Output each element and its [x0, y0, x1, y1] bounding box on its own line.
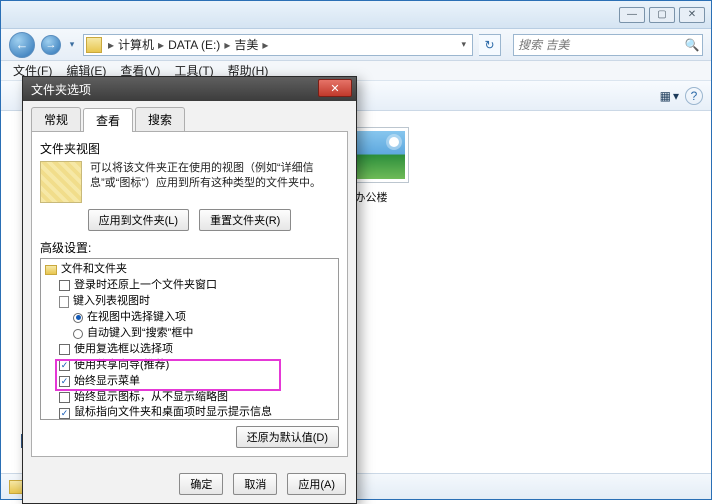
advanced-settings-tree[interactable]: 文件和文件夹 登录时还原上一个文件夹窗口 键入列表视图时 在视图中选择键入项 自… — [40, 258, 339, 420]
breadcrumb-drive[interactable]: DATA (E:) — [166, 38, 222, 52]
tree-item[interactable]: ✓鼠标指向文件夹和桌面项时显示提示信息 — [43, 405, 336, 420]
tab-view[interactable]: 查看 — [83, 108, 133, 132]
checkbox-icon[interactable]: ✓ — [59, 360, 70, 371]
dialog-tabs: 常规 查看 搜索 — [31, 107, 348, 132]
window-titlebar: — ▢ ✕ — [1, 1, 711, 29]
address-bar[interactable]: ▸ 计算机 ▸ DATA (E:) ▸ 吉美 ▸ ▾ — [83, 34, 473, 56]
dialog-titlebar[interactable]: 文件夹选项 ✕ — [23, 77, 356, 101]
breadcrumb-computer[interactable]: 计算机 — [116, 36, 156, 53]
dialog-title: 文件夹选项 — [31, 81, 91, 98]
cancel-button[interactable]: 取消 — [233, 473, 277, 495]
file-icon — [59, 296, 69, 308]
checkbox-icon[interactable] — [59, 280, 70, 291]
folder-icon — [45, 265, 57, 275]
radio-icon[interactable] — [73, 313, 83, 323]
search-input[interactable] — [514, 38, 682, 52]
checkbox-icon[interactable]: ✓ — [59, 376, 70, 387]
maximize-button[interactable]: ▢ — [649, 7, 675, 23]
folder-views-desc: 可以将该文件夹正在使用的视图（例如“详细信息”或“图标”）应用到所有这种类型的文… — [90, 161, 339, 192]
folder-views-title: 文件夹视图 — [40, 140, 339, 157]
address-dropdown-icon[interactable]: ▾ — [457, 39, 470, 50]
folder-options-dialog: 文件夹选项 ✕ 常规 查看 搜索 文件夹视图 可以将该文件夹正在使用的视图（例如… — [22, 76, 357, 504]
back-button[interactable]: ← — [9, 32, 35, 58]
tree-item[interactable]: 登录时还原上一个文件夹窗口 — [43, 278, 336, 294]
tab-page-view: 文件夹视图 可以将该文件夹正在使用的视图（例如“详细信息”或“图标”）应用到所有… — [31, 132, 348, 457]
crumb-sep-icon: ▸ — [156, 38, 166, 52]
advanced-settings-label: 高级设置: — [40, 239, 339, 256]
help-button[interactable]: ? — [685, 87, 703, 105]
folder-icon — [86, 37, 102, 53]
tree-item[interactable]: ✓始终显示菜单 — [43, 374, 336, 390]
ok-button[interactable]: 确定 — [179, 473, 223, 495]
forward-button[interactable]: → — [41, 35, 61, 55]
checkbox-icon[interactable]: ✓ — [59, 408, 70, 419]
crumb-sep-icon: ▸ — [260, 38, 270, 52]
tree-group-files-folders: 文件和文件夹 — [43, 262, 336, 278]
crumb-sep-icon: ▸ — [222, 38, 232, 52]
apply-to-folders-button[interactable]: 应用到文件夹(L) — [88, 209, 189, 231]
restore-defaults-button[interactable]: 还原为默认值(D) — [236, 426, 339, 448]
tab-general[interactable]: 常规 — [31, 107, 81, 131]
tree-item[interactable]: 自动键入到“搜索”框中 — [43, 326, 336, 342]
dialog-close-button[interactable]: ✕ — [318, 79, 352, 97]
checkbox-icon[interactable] — [59, 344, 70, 355]
tree-item-show-icons-never-thumbs[interactable]: 始终显示图标，从不显示缩略图 — [43, 390, 336, 406]
tree-item[interactable]: ✓使用共享向导(推荐) — [43, 358, 336, 374]
minimize-button[interactable]: — — [619, 7, 645, 23]
dialog-button-row: 确定 取消 应用(A) — [23, 465, 356, 503]
close-button[interactable]: ✕ — [679, 7, 705, 23]
tree-item[interactable]: 使用复选框以选择项 — [43, 342, 336, 358]
reset-folders-button[interactable]: 重置文件夹(R) — [199, 209, 291, 231]
tree-item[interactable]: 在视图中选择键入项 — [43, 310, 336, 326]
checkbox-icon[interactable] — [59, 392, 70, 403]
crumb-sep-icon: ▸ — [106, 38, 116, 52]
tree-group: 键入列表视图时 — [43, 294, 336, 310]
history-dropdown-icon[interactable]: ▾ — [67, 37, 77, 53]
tab-search[interactable]: 搜索 — [135, 107, 185, 131]
search-icon: 🔍 — [682, 38, 702, 52]
search-box[interactable]: 🔍 — [513, 34, 703, 56]
refresh-button[interactable]: ↻ — [479, 34, 501, 56]
apply-button[interactable]: 应用(A) — [287, 473, 346, 495]
breadcrumb-folder[interactable]: 吉美 — [232, 36, 260, 53]
view-mode-button[interactable]: ▦ ▾ — [654, 87, 685, 105]
radio-icon[interactable] — [73, 329, 83, 339]
nav-row: ← → ▾ ▸ 计算机 ▸ DATA (E:) ▸ 吉美 ▸ ▾ ↻ 🔍 — [1, 29, 711, 61]
folder-views-icon — [40, 161, 82, 203]
